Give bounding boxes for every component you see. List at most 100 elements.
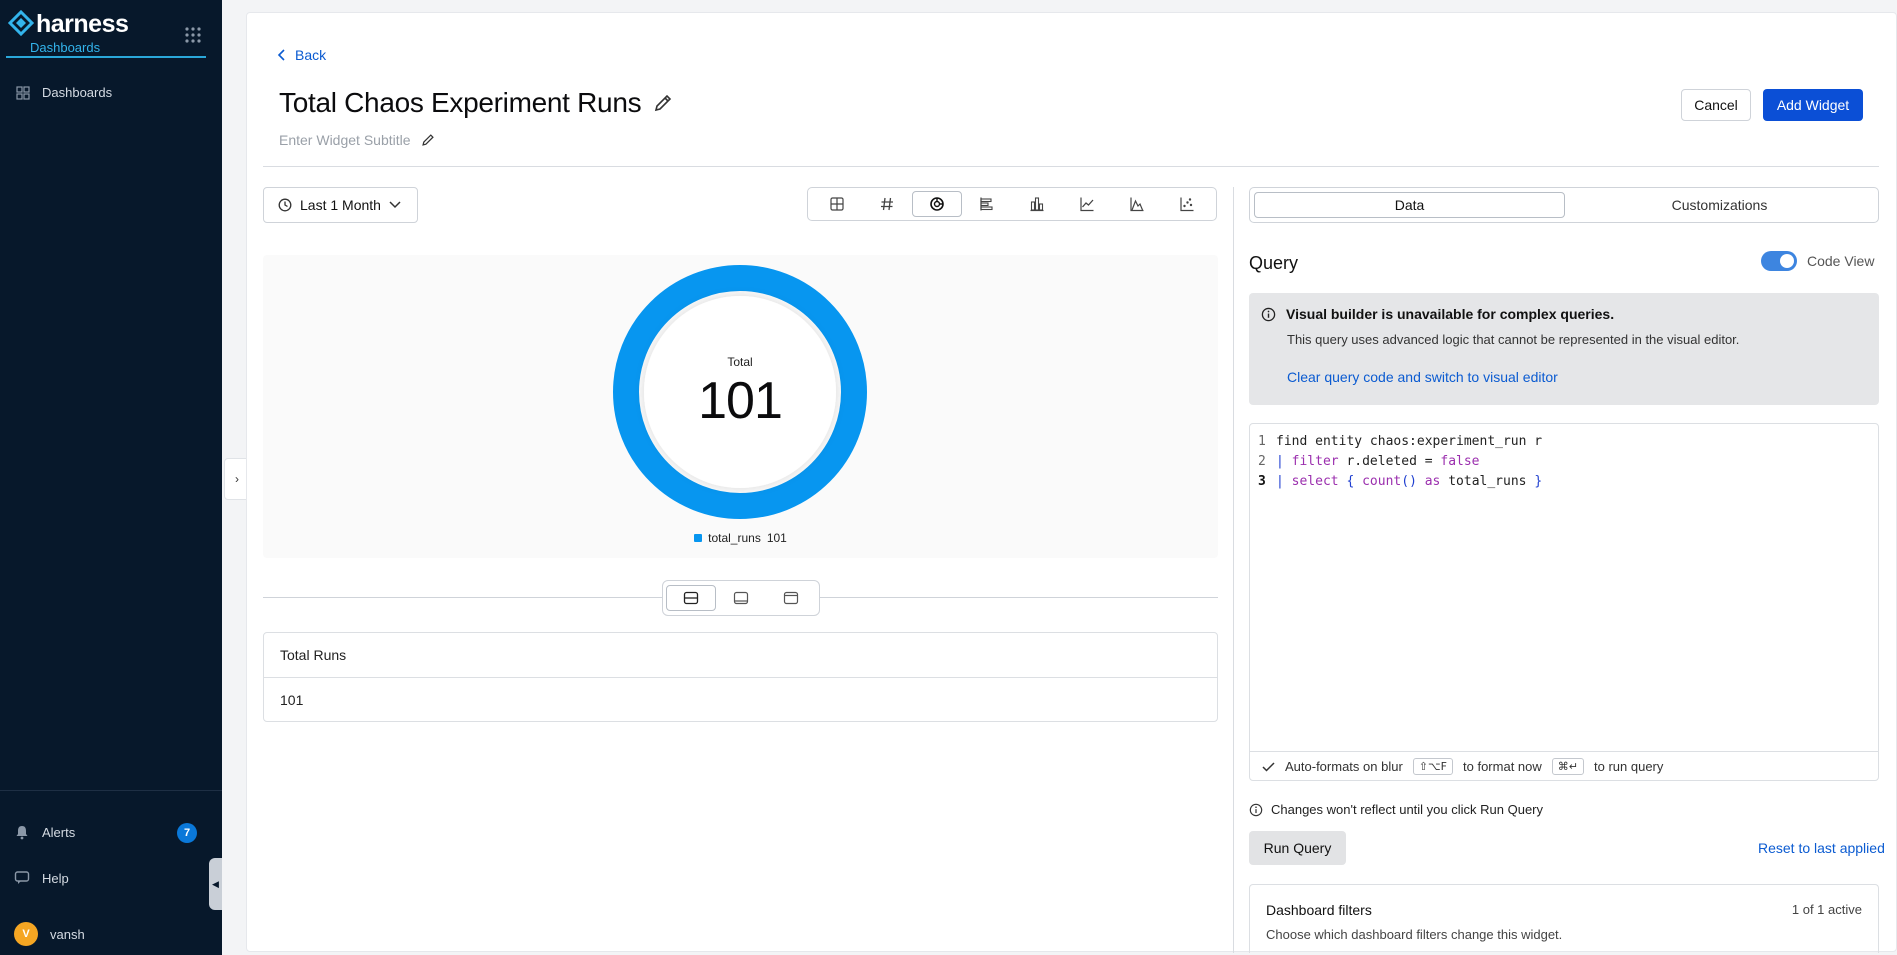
chart-only-button[interactable] — [716, 585, 766, 611]
brand[interactable]: harness Dashboards — [6, 6, 206, 58]
alerts-count-badge: 7 — [177, 823, 197, 843]
info-icon — [1261, 307, 1276, 321]
sidebar-divider — [0, 790, 222, 791]
widget-title[interactable]: Total Chaos Experiment Runs — [279, 87, 642, 119]
sidebar-item-label: Alerts — [42, 824, 76, 840]
time-range-value: Last 1 Month — [300, 197, 381, 213]
chart-preview: Total 101 total_runs 101 — [263, 255, 1218, 558]
time-range-select[interactable]: Last 1 Month — [263, 187, 418, 223]
table-icon — [830, 197, 844, 211]
widget-subtitle[interactable]: Enter Widget Subtitle — [279, 132, 435, 148]
viz-table-button[interactable] — [812, 191, 862, 217]
horizontal-bar-icon — [980, 197, 993, 211]
user-profile[interactable]: V vansh — [14, 922, 85, 946]
query-code-editor[interactable]: 1 find entity chaos:experiment_run r 2 | f… — [1249, 423, 1879, 781]
code-line-2: 2 | filter r.deleted = false — [1258, 454, 1480, 469]
autoformat-text: Auto-formats on blur — [1285, 759, 1403, 774]
edit-pencil-icon[interactable] — [653, 93, 673, 113]
switch-to-visual-editor-link[interactable]: Clear query code and switch to visual ed… — [1287, 369, 1558, 385]
tab-data[interactable]: Data — [1254, 192, 1565, 218]
area-icon — [1130, 197, 1144, 212]
split-layout-icon — [683, 591, 699, 605]
tab-customizations[interactable]: Customizations — [1565, 192, 1874, 218]
donut-chart: Total 101 — [613, 265, 867, 519]
donut-center-label: Total — [727, 355, 753, 369]
viz-scatter-button[interactable] — [1162, 191, 1212, 217]
back-link[interactable]: Back — [277, 47, 326, 63]
visual-builder-notice: Visual builder is unavailable for comple… — [1249, 293, 1879, 405]
sidebar-item-label: Help — [42, 870, 69, 886]
notice-body: This query uses advanced logic that cann… — [1287, 332, 1740, 347]
filters-title: Dashboard filters — [1266, 902, 1372, 918]
editor-footer: Auto-formats on blur ⇧⌥F to format now ⌘… — [1250, 751, 1878, 781]
filters-count: 1 of 1 active — [1791, 902, 1862, 917]
viz-area-button[interactable] — [1112, 191, 1162, 217]
layout-toggle — [662, 580, 820, 616]
sidebar-collapse-handle[interactable]: ◀ — [209, 858, 222, 910]
code-view-switch[interactable] — [1761, 251, 1797, 271]
avatar: V — [14, 922, 38, 946]
table-only-button[interactable] — [766, 585, 816, 611]
viz-number-button[interactable] — [862, 191, 912, 217]
sidebar-item-dashboards[interactable]: Dashboards — [16, 85, 112, 100]
dashboard-grid-icon — [16, 85, 30, 100]
sidebar: harness Dashboards Dashboards Alerts 7 H… — [0, 0, 222, 955]
subtitle-placeholder: Enter Widget Subtitle — [279, 132, 411, 148]
code-line-3: 3 | select { count() as total_runs } — [1258, 474, 1543, 489]
code-line-1: 1 find entity chaos:experiment_run r — [1258, 434, 1543, 449]
donut-icon — [930, 197, 944, 211]
panel-divider — [1233, 187, 1234, 953]
user-name: vansh — [50, 926, 85, 942]
split-layout-button[interactable] — [666, 585, 716, 611]
widget-editor: Back Total Chaos Experiment Runs Enter W… — [246, 12, 1897, 953]
clock-icon — [278, 198, 292, 212]
visualization-type-selector — [807, 187, 1217, 221]
legend-swatch — [694, 534, 703, 542]
result-table: Total Runs 101 — [263, 632, 1218, 722]
code-view-toggle[interactable]: Code View — [1761, 251, 1874, 271]
viz-line-button[interactable] — [1062, 191, 1112, 217]
dashboard-filters-section[interactable]: Dashboard filters 1 of 1 active Choose w… — [1249, 884, 1879, 953]
filters-description: Choose which dashboard filters change th… — [1266, 927, 1563, 942]
legend-label: total_runs — [708, 531, 761, 545]
run-query-button[interactable]: Run Query — [1249, 831, 1346, 865]
edit-pencil-icon[interactable] — [421, 133, 435, 147]
query-section-title: Query — [1249, 253, 1299, 273]
viz-horizontal-bar-button[interactable] — [962, 191, 1012, 217]
legend-value: 101 — [766, 531, 787, 545]
brand-name: harness — [36, 10, 129, 38]
sidebar-item-help[interactable]: Help — [14, 870, 69, 886]
table-only-icon — [783, 591, 799, 605]
notice-title: Visual builder is unavailable for comple… — [1286, 306, 1615, 322]
page-title: Total Chaos Experiment Runs — [279, 87, 673, 119]
format-shortcut-key: ⇧⌥F — [1412, 758, 1454, 775]
add-widget-button[interactable]: Add Widget — [1763, 89, 1863, 121]
brand-module: Dashboards — [30, 40, 101, 55]
scatter-icon — [1180, 197, 1194, 212]
cancel-button[interactable]: Cancel — [1681, 89, 1751, 121]
sidebar-item-alerts[interactable]: Alerts — [14, 824, 75, 840]
reset-to-last-applied-link[interactable]: Reset to last applied — [1758, 840, 1885, 856]
config-tabs: Data Customizations — [1249, 187, 1879, 223]
run-query-notice: Changes won't reflect until you click Ru… — [1249, 802, 1543, 817]
number-icon — [881, 197, 893, 211]
header-divider — [263, 166, 1879, 167]
table-header-cell: Total Runs — [264, 633, 1217, 678]
donut-center-value: 101 — [698, 372, 783, 430]
run-shortcut-text: to run query — [1594, 759, 1664, 774]
sidebar-item-label: Dashboards — [42, 85, 113, 100]
chart-legend: total_runs 101 — [263, 531, 1218, 545]
harness-logo-icon — [8, 10, 34, 36]
notice-text: Changes won't reflect until you click Ru… — [1271, 802, 1543, 817]
bell-icon — [16, 826, 28, 840]
viz-donut-button[interactable] — [912, 191, 962, 217]
check-icon — [1262, 761, 1275, 772]
viz-bar-button[interactable] — [1012, 191, 1062, 217]
run-shortcut-key: ⌘↵ — [1551, 758, 1584, 775]
code-lines: 1 find entity chaos:experiment_run r 2 | f… — [1258, 432, 1542, 492]
app-grid-icon[interactable] — [184, 26, 202, 44]
chevron-down-icon — [389, 201, 401, 209]
table-cell: 101 — [280, 692, 304, 708]
back-label: Back — [295, 47, 327, 63]
notice-heading: Visual builder is unavailable for comple… — [1261, 306, 1614, 322]
